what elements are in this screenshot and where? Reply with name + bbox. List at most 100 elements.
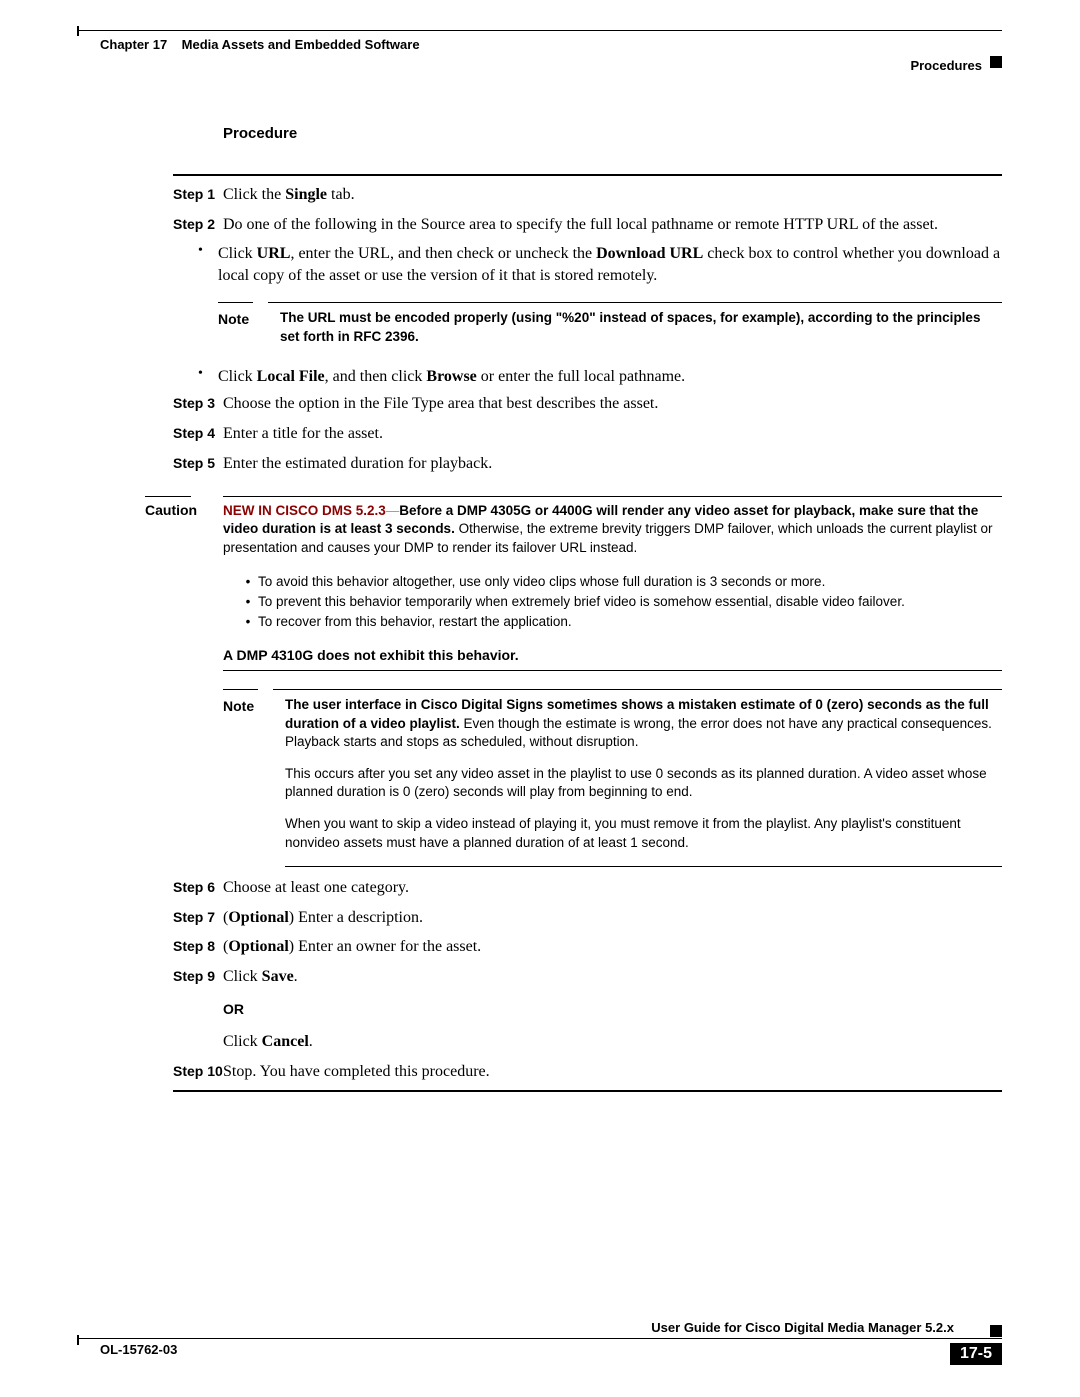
header-accent-square (990, 56, 1002, 68)
bullet-dot: • (223, 573, 258, 591)
step-8-label: Step 8 (173, 936, 223, 954)
note2-label-rule (223, 689, 258, 696)
step-4-label: Step 4 (173, 423, 223, 441)
section-name: Procedures (910, 58, 982, 73)
bullet-text: To avoid this behavior altogether, use o… (258, 573, 825, 591)
step-6-label: Step 6 (173, 877, 223, 895)
step-10: Step 10 Stop. You have completed this pr… (173, 1061, 1002, 1083)
caution-bullet-3: • To recover from this behavior, restart… (223, 613, 1002, 631)
step-5-body: Enter the estimated duration for playbac… (223, 453, 1002, 475)
step-1-text-2: tab. (327, 186, 355, 203)
step-9-label: Step 9 (173, 966, 223, 984)
s9-b1: Save (262, 968, 294, 985)
note2-para2: This occurs after you set any video asse… (285, 765, 1002, 801)
footer-tick (77, 1335, 79, 1345)
caution-label: Caution (145, 502, 223, 664)
bullet-dot: • (223, 593, 258, 611)
cancel-t2: . (309, 1033, 313, 1050)
note2-body: The user interface in Cisco Digital Sign… (285, 696, 1002, 852)
cancel-line: Click Cancel. (223, 1031, 1002, 1053)
header-tick (77, 26, 79, 36)
caution-red: NEW IN CISCO DMS 5.2.3 (223, 503, 386, 518)
footer-guide: User Guide for Cisco Digital Media Manag… (651, 1320, 954, 1335)
caution-content-rule-bottom (223, 670, 1002, 671)
step-4: Step 4 Enter a title for the asset. (173, 423, 1002, 445)
procedure-top-rule (173, 174, 1002, 176)
procedure-bottom-rule (173, 1090, 1002, 1092)
note-body: The URL must be encoded properly (using … (280, 309, 1002, 345)
cancel-t1: Click (223, 1033, 262, 1050)
content: Procedure Step 1 Click the Single tab. S… (173, 125, 1002, 1100)
s8-t2: ) Enter an owner for the asset. (289, 938, 481, 955)
bullet-dot: • (223, 613, 258, 631)
header-rule (78, 30, 1002, 31)
bullet-text: Click URL, enter the URL, and then check… (218, 243, 1002, 286)
s7-b1: Optional (228, 909, 288, 926)
b-t1: Click (218, 245, 257, 262)
step-5: Step 5 Enter the estimated duration for … (173, 453, 1002, 475)
caution-body: NEW IN CISCO DMS 5.2.3—Before a DMP 4305… (223, 502, 1002, 664)
note-url-encoding: Note The URL must be encoded properly (u… (218, 302, 1002, 345)
bullet-text: Click Local File, and then click Browse … (218, 366, 1002, 388)
step-8: Step 8 (Optional) Enter an owner for the… (173, 936, 1002, 958)
caution-bullet-1: • To avoid this behavior altogether, use… (223, 573, 1002, 591)
step-10-label: Step 10 (173, 1061, 223, 1079)
step-1: Step 1 Click the Single tab. (173, 184, 1002, 206)
note2-para3: When you want to skip a video instead of… (285, 815, 1002, 851)
b2-b1: Local File (257, 368, 325, 385)
step-7-label: Step 7 (173, 907, 223, 925)
note-content-rule-top (268, 302, 1002, 303)
caution-closing: A DMP 4310G does not exhibit this behavi… (223, 646, 1002, 665)
step-1-body: Click the Single tab. (223, 184, 1002, 206)
b-b2: Download URL (596, 245, 703, 262)
page-number-badge: 17-5 (950, 1343, 1002, 1365)
bullet-dot: • (173, 366, 218, 388)
b-b1: URL (257, 245, 291, 262)
chapter-header: Chapter 17 Media Assets and Embedded Sof… (100, 37, 420, 52)
b2-t1: Click (218, 368, 257, 385)
bullet-dot: • (173, 243, 218, 286)
cancel-b1: Cancel (262, 1033, 309, 1050)
s9-t1: Click (223, 968, 262, 985)
step-3-label: Step 3 (173, 393, 223, 411)
procedure-heading: Procedure (223, 125, 1002, 142)
step-5-label: Step 5 (173, 453, 223, 471)
b-t2: , enter the URL, and then check or unche… (290, 245, 596, 262)
b2-b2: Browse (426, 368, 476, 385)
footer-accent-square (990, 1325, 1002, 1337)
step-2-body: Do one of the following in the Source ar… (223, 214, 1002, 236)
note-label: Note (218, 309, 280, 327)
caution-content-rule-top (223, 496, 1002, 497)
step-1-text-1: Click the (223, 186, 285, 203)
step-2-label: Step 2 (173, 214, 223, 232)
step-3: Step 3 Choose the option in the File Typ… (173, 393, 1002, 415)
step-2-bullet-1: • Click URL, enter the URL, and then che… (173, 243, 1002, 286)
note-zero-seconds: Note The user interface in Cisco Digital… (223, 689, 1002, 867)
step-7: Step 7 (Optional) Enter a description. (173, 907, 1002, 929)
caution-sep: — (386, 503, 400, 518)
caution-bullet-2: • To prevent this behavior temporarily w… (223, 593, 1002, 611)
caution-label-rule (145, 496, 191, 497)
step-1-bold-1: Single (285, 186, 327, 203)
note2-content-rule-top (273, 689, 1002, 690)
caution-block: Caution NEW IN CISCO DMS 5.2.3—Before a … (145, 496, 1002, 671)
bullet-text: To prevent this behavior temporarily whe… (258, 593, 905, 611)
step-6-body: Choose at least one category. (223, 877, 1002, 899)
step-1-label: Step 1 (173, 184, 223, 202)
step-8-body: (Optional) Enter an owner for the asset. (223, 936, 1002, 958)
chapter-number: Chapter 17 (100, 37, 167, 52)
s9-t2: . (294, 968, 298, 985)
or-label: OR (223, 1001, 1002, 1017)
step-6: Step 6 Choose at least one category. (173, 877, 1002, 899)
b2-t3: or enter the full local pathname. (477, 368, 685, 385)
step-9-body: Click Save. (223, 966, 1002, 988)
s8-b1: Optional (228, 938, 288, 955)
step-10-body: Stop. You have completed this procedure. (223, 1061, 1002, 1083)
b2-t2: , and then click (325, 368, 427, 385)
step-2: Step 2 Do one of the following in the So… (173, 214, 1002, 236)
footer-docnum: OL-15762-03 (100, 1342, 177, 1357)
step-9: Step 9 Click Save. (173, 966, 1002, 988)
footer-rule (78, 1338, 1002, 1339)
step-4-body: Enter a title for the asset. (223, 423, 1002, 445)
step-3-body: Choose the option in the File Type area … (223, 393, 1002, 415)
